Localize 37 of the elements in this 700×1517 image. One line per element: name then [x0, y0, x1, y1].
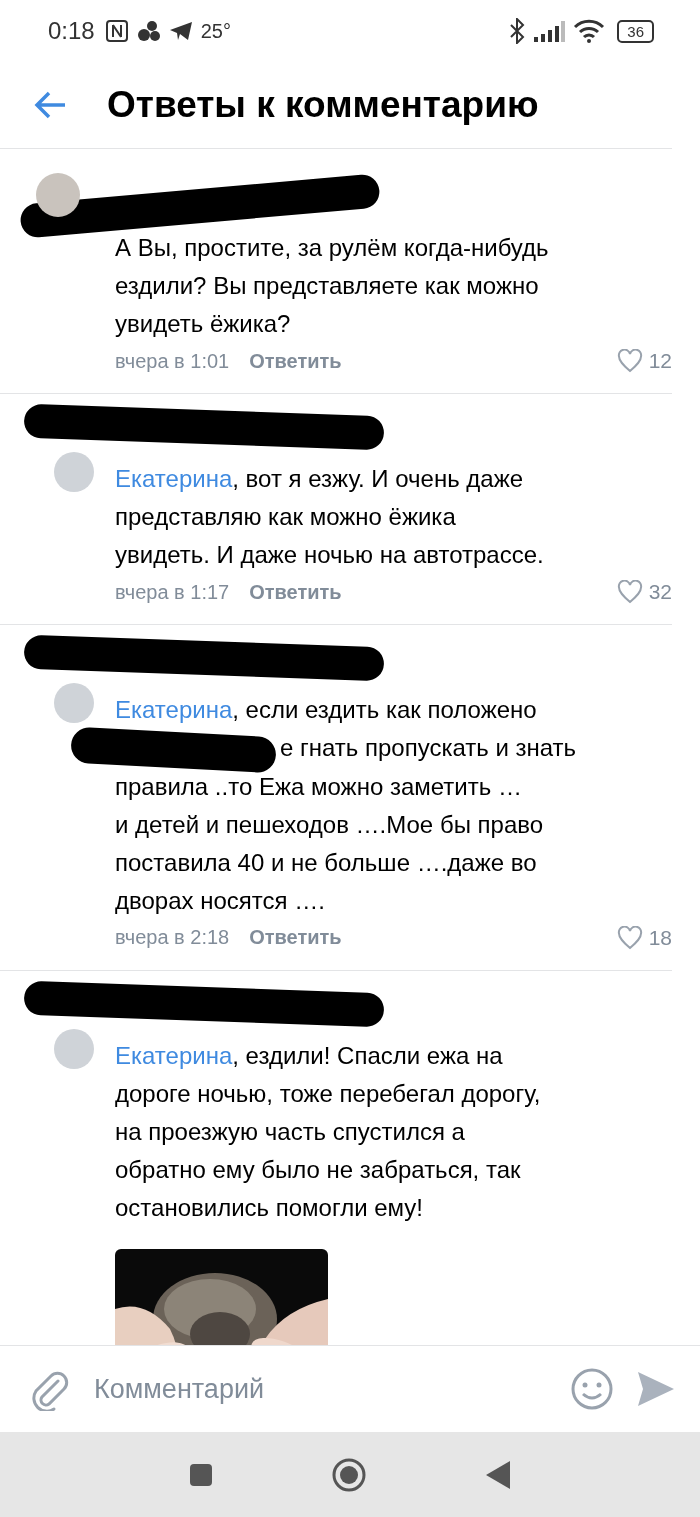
back-icon[interactable]: [33, 90, 67, 120]
comment-time: вчера в 1:01: [115, 349, 230, 373]
nfc-icon: [104, 19, 129, 43]
comment-text: Екатерина, если ездить как положено е гнать пропускать и знать правила ..то Ежа можно заметить … и детей и пешеходов ….Мое бы право поставила 40 и не больше ….даже во дворах носятся ….: [115, 691, 672, 920]
comment-input[interactable]: Комментарий: [92, 1372, 548, 1406]
comment-text: А Вы, простите, за рулём когда-нибудь ездили? Вы представляете как можно увидеть ёжика?: [115, 233, 550, 339]
emoji-icon[interactable]: [570, 1367, 614, 1411]
heart-icon[interactable]: [616, 349, 643, 373]
home-button[interactable]: [331, 1456, 367, 1493]
like-count: 12: [648, 349, 672, 373]
bluetooth-icon: [509, 18, 526, 44]
heart-icon[interactable]: [616, 925, 643, 950]
avatar[interactable]: [36, 173, 80, 217]
recents-button[interactable]: [189, 1462, 213, 1487]
temperature: 25°: [200, 19, 231, 43]
reply-button[interactable]: Ответить: [249, 349, 342, 373]
back-button[interactable]: [485, 1459, 511, 1490]
signal-icon: [533, 20, 566, 42]
send-icon[interactable]: [636, 1370, 676, 1408]
heart-icon[interactable]: [616, 580, 643, 604]
like-count: 32: [648, 580, 672, 604]
comment-text: Екатерина, ездили! Спасли ежа на дороге ночью, тоже перебегал дорогу, на проезжую часть спустился а обратно ему было не забраться, так остановились помогли ему!: [115, 1040, 542, 1223]
page-title: Ответы к комментарию: [107, 84, 539, 126]
mention-link[interactable]: Екатерина: [115, 696, 233, 723]
comment-time: вчера в 1:17: [115, 580, 230, 604]
comment-text: Екатерина, вот я езжу. И очень даже представляю как можно ёжика увидеть. И даже ночью на автотрассе.: [115, 464, 545, 570]
paper-plane-icon: [168, 21, 193, 41]
status-time: 0:18: [48, 17, 95, 45]
reply-button[interactable]: Ответить: [249, 926, 342, 950]
mention-link[interactable]: Екатерина: [115, 1041, 233, 1069]
battery-indicator: 36: [617, 19, 654, 43]
like-count: 18: [648, 925, 672, 950]
bubbles-icon: [136, 20, 161, 42]
mention-link[interactable]: Екатерина: [115, 465, 233, 492]
comment-time: вчера в 2:18: [115, 926, 230, 950]
wifi-icon: [573, 19, 606, 43]
reply-button[interactable]: Ответить: [249, 580, 342, 604]
